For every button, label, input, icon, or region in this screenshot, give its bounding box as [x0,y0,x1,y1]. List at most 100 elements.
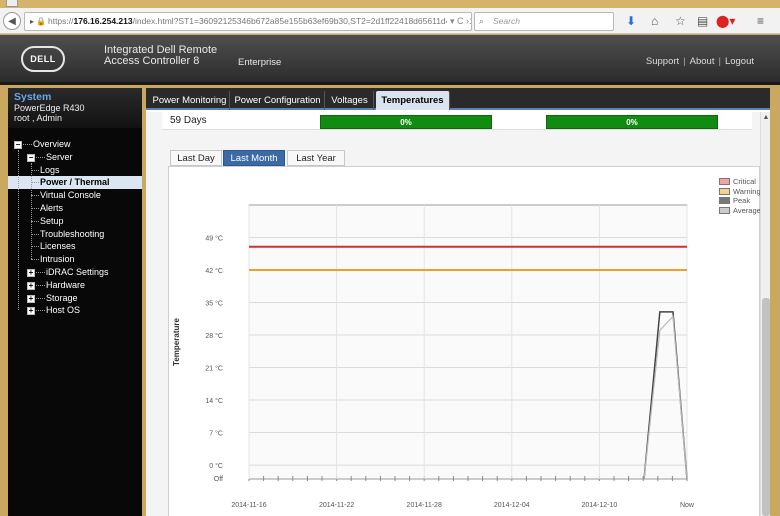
scroll-up-arrow-icon[interactable]: ▲ [762,114,770,121]
tree-item-storage[interactable]: + Storage [8,292,142,305]
collapse-icon[interactable]: − [14,141,22,149]
tree-item-host-os[interactable]: + Host OS [8,304,142,317]
tree-item-label: Setup [40,215,64,226]
warning-percent-bar: 0% [320,115,492,129]
dell-logo[interactable]: DELL [21,46,65,72]
tab-last-year[interactable]: Last Year [287,150,345,166]
menu-icon[interactable]: ≡ [757,14,764,28]
tree-item-licenses[interactable]: Licenses [8,240,142,253]
vertical-scrollbar[interactable]: ▲ [760,112,770,516]
y-tick-label: 7 °C [209,430,223,438]
legend-critical: Critical [719,177,760,187]
x-tick-label: 2014-11-28 [407,502,442,509]
about-link[interactable]: About [690,56,715,67]
tab-temperatures[interactable]: Temperatures [376,91,450,110]
expand-icon[interactable]: + [27,294,35,303]
y-tick-label: 14 °C [205,397,223,405]
bookmark-star-icon[interactable]: ☆ [675,14,686,28]
tree-connector [36,271,45,273]
tree-guide-line [31,163,32,260]
back-arrow-icon[interactable]: ◀ [3,12,21,30]
download-icon[interactable]: ⬇ [626,14,636,28]
y-tick-label: 49 °C [205,235,223,243]
tab-voltages[interactable]: Voltages [326,91,374,110]
tree-guide-line [18,150,19,311]
system-model: PowerEdge R430 [14,103,85,113]
tree-connector [31,259,39,261]
tree-item-label: Server [46,151,73,162]
legend-warning-swatch [719,187,730,195]
reading-list-icon[interactable]: ▤ [697,14,708,28]
header-links: Support | About | Logout [645,56,754,67]
edition-label: Enterprise [238,57,282,68]
legend-peak-swatch [719,197,730,204]
threshold-stats-row: 59 Days 0% 0% [162,112,752,130]
tree-item-intrusion[interactable]: Intrusion [8,253,142,266]
y-tick-label: 0 °C [209,462,223,470]
tree-item-setup[interactable]: Setup [8,215,142,228]
navigation-tree: − Overview − Server Logs Power / Thermal Virtu… [8,138,142,317]
system-title[interactable]: System [14,92,136,103]
tree-item-overview[interactable]: − Overview [8,138,142,151]
legend-peak-label: Peak [733,196,751,205]
tab-bar: Power Monitoring Power Configuration Vol… [146,88,770,110]
tree-item-label: Troubleshooting [40,228,105,239]
expand-icon[interactable]: + [27,281,35,290]
legend-critical-label: Critical [733,177,756,186]
y-tick-label: 35 °C [205,300,223,308]
stat-period: 59 Days [170,115,207,126]
collapse-icon[interactable]: − [27,153,35,162]
forward-arrow-icon[interactable]: ▸ [30,17,34,26]
tree-item-troubleshooting[interactable]: Troubleshooting [8,228,142,241]
tree-item-power-thermal[interactable]: Power / Thermal [8,176,142,190]
main-panel: Power Monitoring Power Configuration Vol… [146,88,770,516]
home-icon[interactable]: ⌂ [651,14,658,28]
tree-item-logs[interactable]: Logs [8,164,142,177]
tree-item-virtual-console[interactable]: Virtual Console [8,189,142,202]
search-input[interactable]: ⌕ Search [474,12,614,31]
tree-connector [31,169,39,171]
tab-last-day[interactable]: Last Day [170,150,222,166]
url-prefix: https:// [47,16,74,26]
y-tick-label: 28 °C [205,332,223,340]
dropdown-arrow-icon[interactable]: ▾ [450,16,455,26]
search-icon: ⌕ [479,16,484,26]
sidebar: System PowerEdge R430 root , Admin − Over… [8,88,142,516]
support-link[interactable]: Support [646,56,679,67]
tree-item-alerts[interactable]: Alerts [8,202,142,215]
lock-icon: 🔒 [36,17,46,26]
tree-connector [31,207,39,209]
tab-power-monitoring[interactable]: Power Monitoring [150,91,230,110]
tree-connector [31,195,39,197]
tree-item-server[interactable]: − Server [8,151,142,164]
chevron-right-icon[interactable]: › [466,16,469,26]
tree-item-label: Virtual Console [40,190,101,201]
tree-connector [23,144,32,145]
legend-average: Average [719,206,760,216]
system-summary[interactable]: System PowerEdge R430 root , Admin [8,88,142,128]
tree-connector [36,284,45,286]
expand-icon[interactable]: + [27,268,35,277]
tree-connector [36,310,45,312]
tree-item-label: Intrusion [40,254,75,265]
tree-connector [36,297,45,299]
scroll-thumb[interactable] [762,298,770,516]
tree-item-idrac-settings[interactable]: + iDRAC Settings [8,266,142,279]
legend-average-swatch [719,206,730,214]
logout-link[interactable]: Logout [725,56,754,67]
tab-last-month[interactable]: Last Month [223,150,285,166]
temperature-chart-svg: Off 0 °C 7 °C 14 °C 21 °C 28 °C 35 °C 42 °C 49 °… [172,204,695,509]
product-line-2: Access Controller 8 [104,55,200,67]
chart-legend: Critical Warning Peak Average [719,177,760,215]
x-tick-label: 2014-12-10 [581,502,617,509]
tree-connector [31,246,39,248]
system-user: root , Admin [14,113,63,123]
addon-icon[interactable]: ⬤▾ [716,14,735,28]
tab-power-configuration[interactable]: Power Configuration [231,91,325,110]
reload-icon[interactable]: C [457,16,464,26]
tree-item-label: Host OS [46,305,81,316]
url-bar[interactable]: ▸ 🔒 https://176.16.254.213/index.html?ST1=… [24,12,472,31]
expand-icon[interactable]: + [27,307,35,316]
content-area: 59 Days 0% 0% Last Day Last Month Last Y… [146,112,760,516]
tree-item-hardware[interactable]: + Hardware [8,279,142,292]
